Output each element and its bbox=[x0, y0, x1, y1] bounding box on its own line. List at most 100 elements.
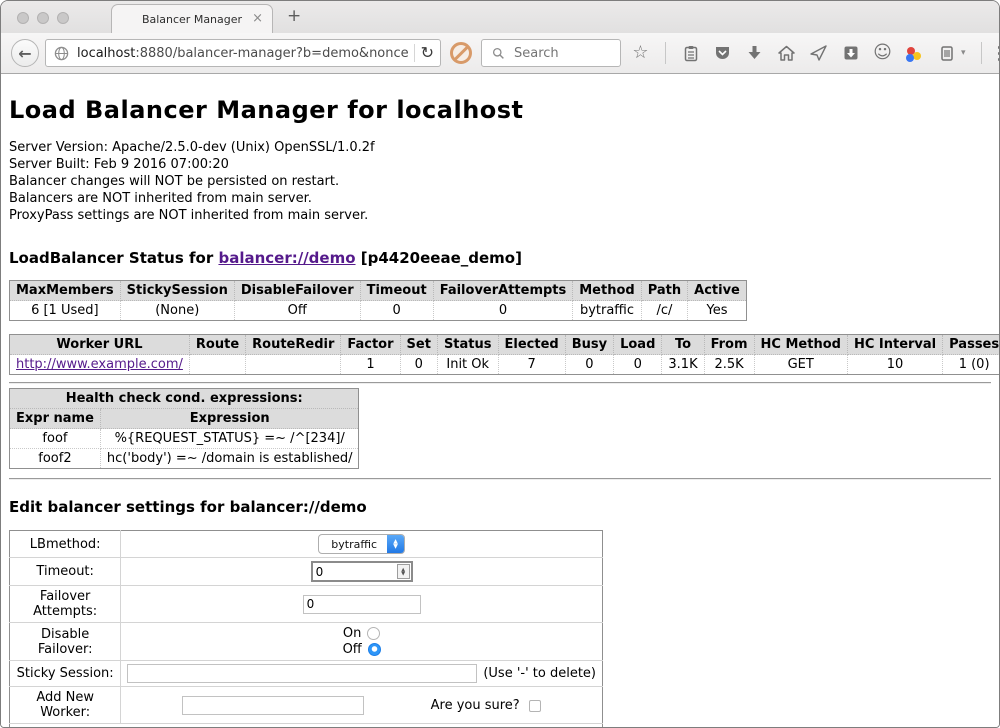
failover-on-radio[interactable] bbox=[367, 627, 380, 640]
worker-status-table: Worker URL Route RouteRedir Factor Set S… bbox=[9, 334, 999, 375]
reader-box-icon[interactable] bbox=[841, 44, 860, 63]
globe-icon bbox=[52, 44, 71, 63]
radio-row-on: On bbox=[125, 626, 598, 641]
table-row: foof %{REQUEST_STATUS} =~ /^[234]/ bbox=[10, 429, 359, 449]
radio-row-off: Off bbox=[125, 642, 598, 657]
tab-balancer-manager[interactable]: Balancer Manager × bbox=[111, 4, 273, 33]
table-row: http://www.example.com/ 1 0 Init Ok 7 0 … bbox=[10, 355, 1000, 375]
col-header: StickySession bbox=[120, 281, 234, 301]
col-header: Expression bbox=[100, 409, 359, 429]
balancer-demo-link[interactable]: balancer://demo bbox=[218, 249, 355, 267]
col-header: Active bbox=[688, 281, 747, 301]
search-input[interactable] bbox=[514, 46, 614, 61]
notice-inherit: Balancers are NOT inherited from main se… bbox=[9, 190, 991, 207]
divider bbox=[9, 382, 991, 384]
timeout-field[interactable]: ▲▼ bbox=[311, 561, 413, 582]
select-stepper-icon: ▲▼ bbox=[387, 535, 404, 553]
cell-from: 2.5K bbox=[704, 355, 754, 375]
cell-passes: 1 (0) bbox=[943, 355, 999, 375]
cell-expr-name: foof bbox=[10, 429, 101, 449]
health-check-table: Health check cond. expressions: Expr nam… bbox=[9, 388, 359, 469]
home-icon[interactable] bbox=[777, 44, 796, 63]
timeout-input[interactable] bbox=[313, 565, 397, 579]
close-window-button[interactable] bbox=[17, 12, 29, 24]
toolbar-icons: ☆ ☺ ▾ bbox=[631, 42, 1000, 64]
sticky-session-label: Sticky Session: bbox=[10, 661, 121, 687]
col-header: Method bbox=[573, 281, 641, 301]
bookmarks-clipboard-icon[interactable] bbox=[681, 44, 700, 63]
are-you-sure-checkbox[interactable] bbox=[529, 700, 541, 712]
col-header: Set bbox=[400, 335, 437, 355]
failover-attempts-input[interactable] bbox=[303, 595, 421, 614]
col-header: Busy bbox=[565, 335, 613, 355]
chevron-down-icon[interactable]: ▾ bbox=[961, 48, 966, 58]
page-content: Load Balancer Manager for localhost Serv… bbox=[1, 74, 999, 728]
cell-path: /c/ bbox=[641, 301, 687, 321]
cell-hc-interval: 10 bbox=[847, 355, 942, 375]
balancer-settings-form: LBmethod: bytraffic ▲▼ Timeout: ▲▼ bbox=[9, 530, 603, 728]
sticky-session-input[interactable] bbox=[127, 664, 477, 683]
colors-extension-icon[interactable] bbox=[905, 44, 924, 63]
minimize-window-button[interactable] bbox=[37, 12, 49, 24]
lbmethod-selected-value: bytraffic bbox=[319, 535, 387, 553]
col-header: Expr name bbox=[10, 409, 101, 429]
failover-attempts-label: Failover Attempts: bbox=[10, 586, 121, 623]
number-stepper-icon[interactable]: ▲▼ bbox=[397, 564, 410, 579]
notice-persist: Balancer changes will NOT be persisted o… bbox=[9, 173, 991, 190]
lbmethod-select[interactable]: bytraffic ▲▼ bbox=[318, 534, 405, 554]
table-row: 6 [1 Used] (None) Off 0 0 bytraffic /c/ … bbox=[10, 301, 747, 321]
edit-settings-heading: Edit balancer settings for balancer://de… bbox=[9, 498, 991, 516]
failover-off-radio[interactable] bbox=[368, 643, 381, 656]
col-header: RouteRedir bbox=[246, 335, 341, 355]
notice-proxypass: ProxyPass settings are NOT inherited fro… bbox=[9, 207, 991, 224]
cell-active: Yes bbox=[688, 301, 747, 321]
cell-stickysession: (None) bbox=[120, 301, 234, 321]
bookmark-star-icon[interactable]: ☆ bbox=[631, 44, 650, 63]
block-extension-icon[interactable] bbox=[450, 42, 472, 64]
col-header: Load bbox=[614, 335, 662, 355]
cell-to: 3.1K bbox=[662, 355, 704, 375]
page-title: Load Balancer Manager for localhost bbox=[9, 96, 991, 124]
cell-busy: 0 bbox=[565, 355, 613, 375]
zoom-window-button[interactable] bbox=[57, 12, 69, 24]
cell-failoverattempts: 0 bbox=[433, 301, 573, 321]
sticky-session-hint: (Use '-' to delete) bbox=[483, 666, 596, 681]
search-icon bbox=[489, 44, 508, 63]
col-header: Path bbox=[641, 281, 687, 301]
browser-window: Balancer Manager × + ← localhost:8880/ba… bbox=[0, 0, 1000, 728]
col-header: To bbox=[662, 335, 704, 355]
downloads-icon[interactable] bbox=[745, 44, 764, 63]
cell-expression: hc('body') =~ /domain is established/ bbox=[100, 449, 359, 469]
new-tab-button[interactable]: + bbox=[287, 6, 301, 26]
cell-load: 0 bbox=[614, 355, 662, 375]
add-worker-input[interactable] bbox=[182, 696, 364, 715]
back-button[interactable]: ← bbox=[11, 39, 39, 67]
cell-factor: 1 bbox=[341, 355, 400, 375]
server-built: Server Built: Feb 9 2016 07:00:20 bbox=[9, 156, 991, 173]
container-icon[interactable] bbox=[937, 44, 956, 63]
status-heading-prefix: LoadBalancer Status for bbox=[9, 249, 218, 267]
add-worker-label: Add New Worker: bbox=[10, 687, 121, 724]
url-bar[interactable]: localhost:8880/balancer-manager?b=demo&n… bbox=[45, 39, 441, 67]
feedback-smiley-icon[interactable]: ☺ bbox=[873, 44, 892, 63]
balancer-status-table: MaxMembers StickySession DisableFailover… bbox=[9, 280, 747, 321]
col-header: MaxMembers bbox=[10, 281, 121, 301]
toolbar-separator bbox=[981, 42, 982, 64]
col-header: Timeout bbox=[360, 281, 433, 301]
pocket-icon[interactable] bbox=[713, 44, 732, 63]
menu-hamburger-icon[interactable] bbox=[997, 44, 1000, 63]
col-header: Status bbox=[437, 335, 498, 355]
cell-expr-name: foof2 bbox=[10, 449, 101, 469]
url-separator bbox=[414, 44, 415, 62]
url-text: localhost:8880/balancer-manager?b=demo&n… bbox=[77, 46, 408, 61]
cell-routeredir bbox=[246, 355, 341, 375]
tab-title: Balancer Manager bbox=[142, 13, 242, 26]
send-plane-icon[interactable] bbox=[809, 44, 828, 63]
col-header: Factor bbox=[341, 335, 400, 355]
reload-button[interactable]: ↻ bbox=[421, 45, 434, 61]
worker-url-link[interactable]: http://www.example.com/ bbox=[16, 357, 183, 372]
tab-close-icon[interactable]: × bbox=[252, 11, 263, 26]
server-version: Server Version: Apache/2.5.0-dev (Unix) … bbox=[9, 139, 991, 156]
timeout-label: Timeout: bbox=[10, 558, 121, 586]
search-bar[interactable] bbox=[481, 39, 621, 67]
